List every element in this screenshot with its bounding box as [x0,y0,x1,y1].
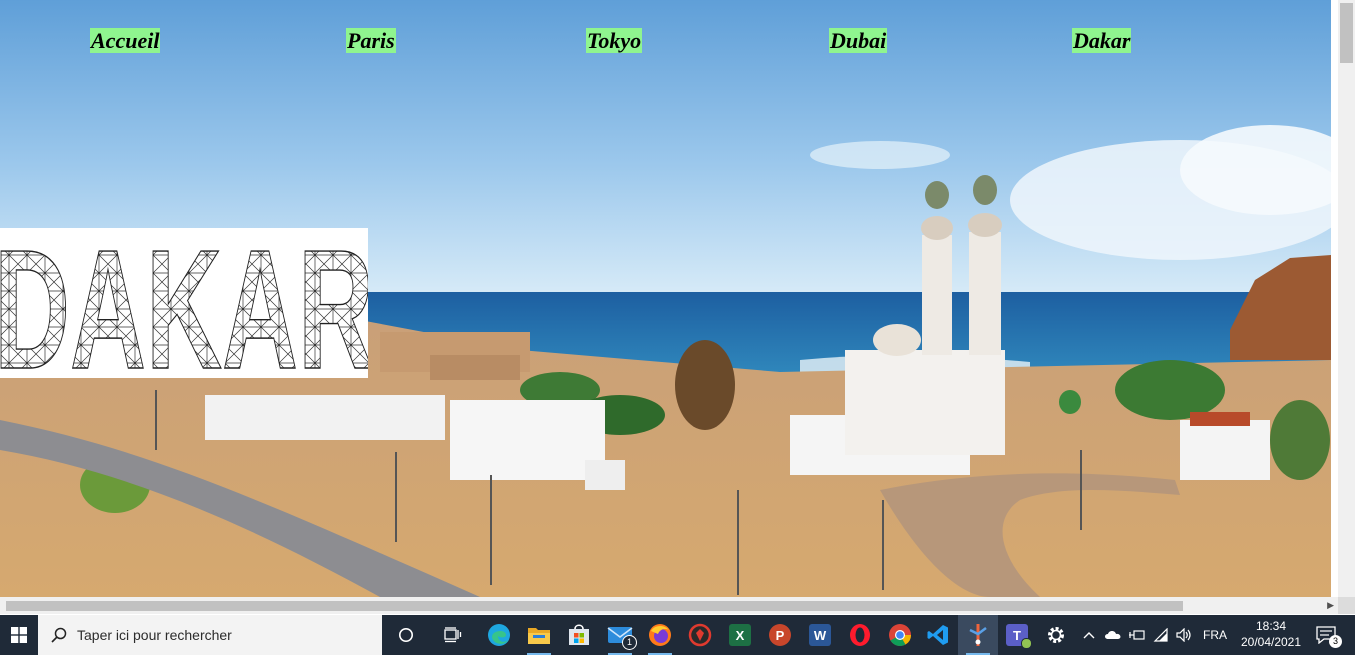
scroll-right-arrow-icon[interactable]: ▶ [1327,600,1334,611]
input-language-button[interactable]: FRA [1198,615,1232,655]
search-placeholder: Taper ici pour rechercher [77,627,232,643]
search-icon [51,627,67,643]
scrollbar-corner [1338,597,1355,614]
edge-taskbar-button[interactable] [479,615,519,655]
edge-icon [488,624,510,646]
volume-tray-button[interactable] [1173,615,1195,655]
settings-icon [1048,627,1064,643]
horizontal-scrollbar-thumb[interactable] [6,601,1183,611]
task-view-icon [444,627,462,643]
file-explorer-icon [528,628,550,644]
powerpoint-taskbar-button[interactable]: P [760,615,800,655]
wifi-icon [1153,628,1168,642]
excel-icon: X [729,624,751,646]
nav-link-dakar[interactable]: Dakar [1072,28,1132,53]
battery-plug-icon [1129,630,1145,640]
app-icon [688,623,712,647]
powerpoint-icon: P [769,624,791,646]
firefox-icon [649,624,671,646]
vertical-scrollbar-thumb[interactable] [1340,3,1353,63]
task-view-button[interactable] [433,615,473,655]
cortana-icon [399,628,413,642]
word-icon: W [809,624,831,646]
notification-count-badge: 3 [1329,635,1342,648]
git-app-taskbar-button[interactable] [958,615,998,655]
teams-taskbar-button[interactable]: T [997,615,1037,655]
horizontal-scrollbar[interactable]: ▶ [0,597,1338,614]
onedrive-tray-button[interactable] [1102,615,1124,655]
vscode-taskbar-button[interactable] [918,615,958,655]
chevron-up-icon [1083,632,1095,639]
word-taskbar-button[interactable]: W [800,615,840,655]
opera-icon [850,624,870,646]
clock-date: 20/04/2021 [1240,635,1302,649]
web-page-viewport: Accueil Paris Tokyo Dubai Dakar DAKAR [0,0,1331,597]
start-button[interactable] [0,615,38,655]
store-taskbar-button[interactable] [559,615,599,655]
action-center-button[interactable]: 3 [1306,615,1346,655]
windows-start-icon [11,627,27,643]
wifi-tray-button[interactable] [1150,615,1172,655]
cortana-button[interactable] [386,615,426,655]
vscode-icon [927,625,948,645]
clock-time: 18:34 [1255,619,1287,633]
input-language-label: FRA [1203,628,1227,642]
onedrive-cloud-icon [1105,631,1121,639]
mail-taskbar-button[interactable]: 1 [600,615,640,655]
vertical-scrollbar[interactable] [1338,0,1355,597]
nav-link-paris[interactable]: Paris [346,28,396,53]
show-hidden-icons-button[interactable] [1078,615,1100,655]
dakar-logo-wordmark: DAKAR [0,214,375,405]
firefox-taskbar-button[interactable] [640,615,680,655]
nav-link-tokyo[interactable]: Tokyo [586,28,643,53]
chrome-taskbar-button[interactable] [880,615,920,655]
chrome-icon [889,624,911,646]
taskbar-search-box[interactable]: Taper ici pour rechercher [38,615,382,655]
logo-text: DAKAR [0,228,368,378]
nav-link-dubai[interactable]: Dubai [829,28,888,53]
opera-taskbar-button[interactable] [840,615,880,655]
nav-link-accueil[interactable]: Accueil [90,28,161,53]
battery-tray-button[interactable] [1126,615,1148,655]
app-taskbar-button[interactable] [680,615,720,655]
teams-icon: T [1006,624,1032,649]
file-explorer-taskbar-button[interactable] [519,615,559,655]
taskbar-clock[interactable]: 18:34 20/04/2021 [1240,618,1302,650]
microsoft-store-icon [569,624,589,645]
excel-taskbar-button[interactable]: X [720,615,760,655]
git-app-icon [969,624,987,646]
mail-unread-badge: 1 [622,635,637,650]
settings-taskbar-button[interactable] [1036,615,1076,655]
windows-taskbar: Taper ici pour rechercher 1 X P W T FRA … [0,615,1355,655]
speaker-icon [1176,628,1191,642]
dakar-logo: DAKAR [0,214,375,406]
